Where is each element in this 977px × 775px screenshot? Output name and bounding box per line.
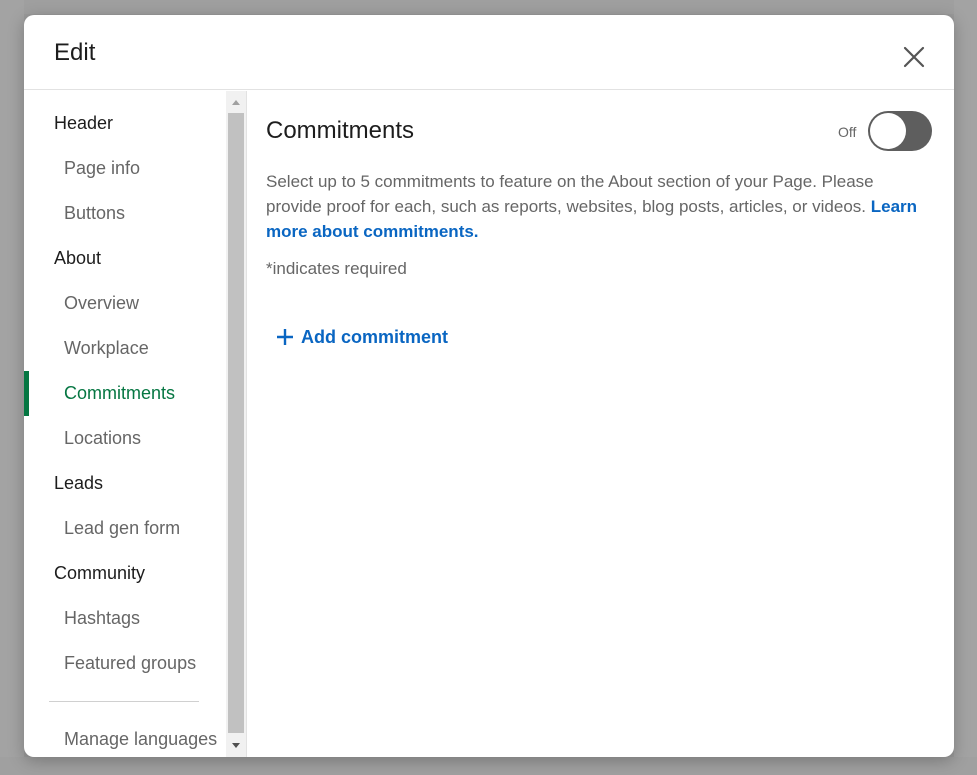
sidebar-item-featured-groups[interactable]: Featured groups: [64, 653, 196, 674]
close-button[interactable]: [894, 37, 934, 77]
modal-header: Edit: [24, 15, 954, 90]
sidebar-item-workplace[interactable]: Workplace: [64, 338, 149, 359]
nav-group-community: Community: [54, 563, 146, 583]
description: Select up to 5 commitments to feature on…: [266, 169, 934, 244]
background-right: [954, 0, 977, 775]
sidebar-item-page-info[interactable]: Page info: [64, 158, 140, 179]
required-note: *indicates required: [266, 259, 407, 278]
scroll-thumb[interactable]: [228, 113, 244, 733]
sidebar-scrollbar[interactable]: [226, 91, 246, 757]
sidebar-nav: Header Page info Buttons About Overview …: [24, 91, 246, 757]
modal-title: Edit: [54, 39, 96, 66]
scroll-up-icon: [232, 100, 240, 105]
active-indicator: [24, 371, 29, 416]
nav-group-about: About: [54, 248, 102, 268]
description-text: Select up to 5 commitments to feature on…: [266, 172, 874, 216]
sidebar-item-commitments[interactable]: Commitments: [64, 383, 175, 404]
edit-modal: Edit Header Page info Buttons About Over…: [24, 15, 954, 757]
scroll-down-button[interactable]: [226, 737, 246, 755]
sidebar-item-lead-gen-form[interactable]: Lead gen form: [64, 518, 180, 539]
section-title: Commitments: [266, 117, 415, 144]
sidebar-item-manage-languages[interactable]: Manage languages: [64, 729, 217, 750]
commitments-toggle[interactable]: [868, 111, 932, 151]
sidebar-item-buttons[interactable]: Buttons: [64, 203, 125, 224]
background-topbar: [0, 0, 977, 14]
content-divider: [246, 91, 247, 757]
scroll-up-button[interactable]: [226, 93, 246, 111]
background-left: [0, 0, 24, 775]
scroll-down-icon: [232, 743, 240, 748]
background-bottom: [0, 757, 977, 775]
plus-icon: [277, 329, 293, 345]
toggle-knob: [870, 113, 906, 149]
add-commitment-label: Add commitment: [301, 326, 449, 347]
sidebar-item-hashtags[interactable]: Hashtags: [64, 608, 140, 629]
sidebar-item-locations[interactable]: Locations: [64, 428, 141, 449]
sidebar-item-overview[interactable]: Overview: [64, 293, 139, 314]
close-icon: [903, 46, 925, 68]
add-commitment-button[interactable]: Add commitment: [276, 321, 448, 353]
toggle-label: Off: [838, 124, 857, 140]
nav-group-leads: Leads: [54, 473, 104, 493]
sidebar-divider: [49, 701, 199, 702]
nav-group-header: Header: [54, 113, 114, 133]
